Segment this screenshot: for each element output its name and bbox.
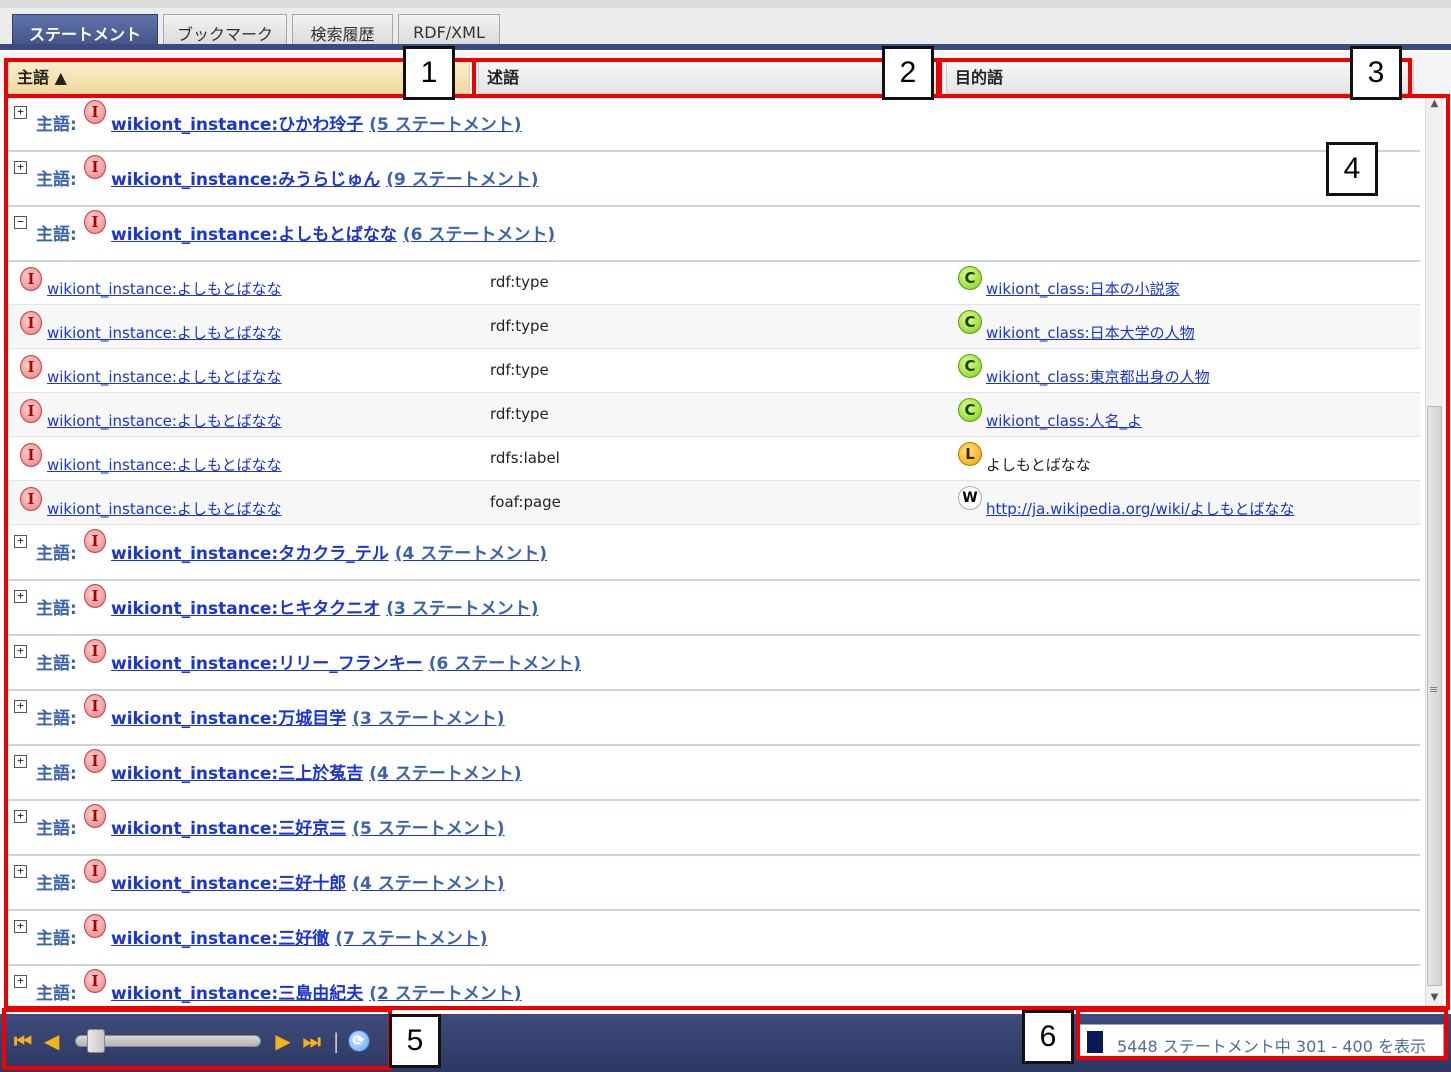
annotation-number-1: 1 — [403, 46, 455, 100]
annotation-box-predicate-column — [472, 58, 940, 98]
rdf-browser-window: ステートメント ブックマーク 検索履歴 RDF/XML 主語 ▲ 述語 目的語 … — [0, 0, 1451, 1072]
annotation-number-4: 4 — [1326, 142, 1378, 196]
annotation-box-statement-grid — [4, 94, 1450, 1010]
tab-bar: ステートメント ブックマーク 検索履歴 RDF/XML — [0, 0, 1451, 50]
tab-underline — [0, 44, 1451, 50]
annotation-box-status — [1076, 1008, 1448, 1060]
annotation-number-5: 5 — [389, 1014, 441, 1068]
annotation-box-pager — [2, 1008, 392, 1070]
annotation-number-2: 2 — [882, 46, 934, 100]
annotation-number-6: 6 — [1022, 1010, 1074, 1064]
annotation-number-3: 3 — [1350, 46, 1402, 100]
annotation-box-object-column — [938, 58, 1412, 98]
